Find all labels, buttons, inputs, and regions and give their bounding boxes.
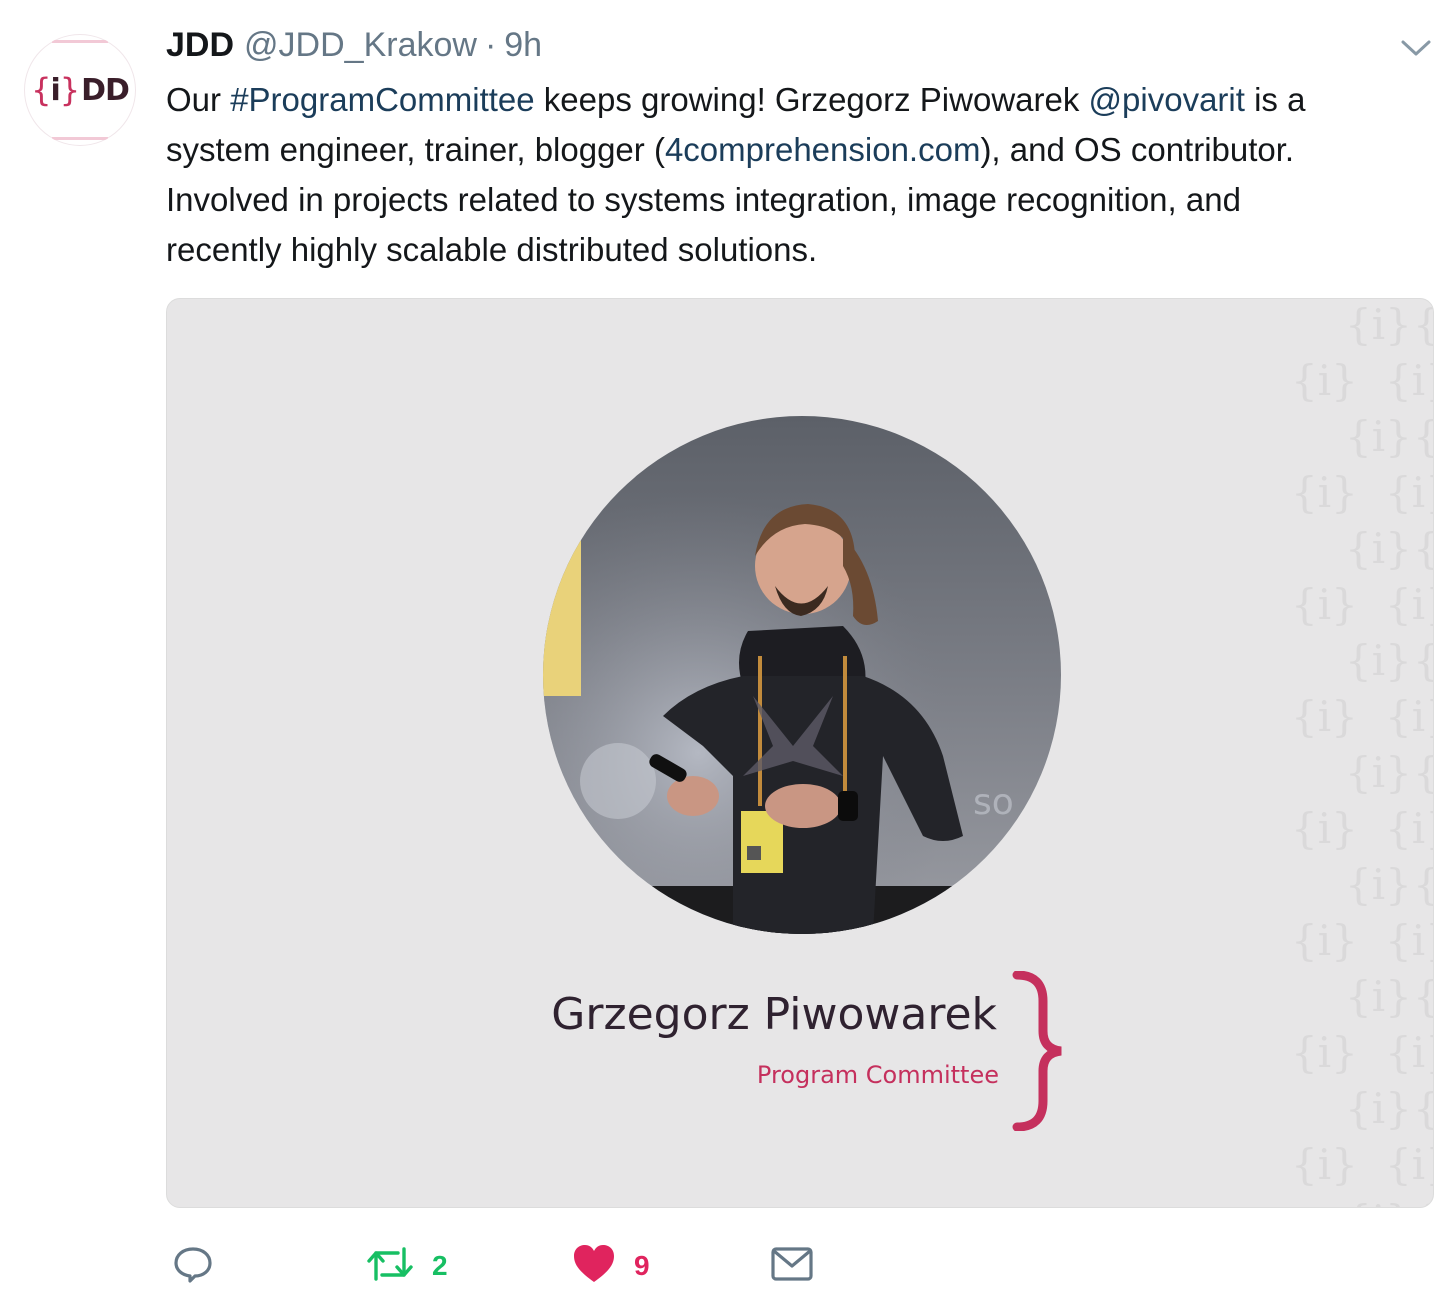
- watermark-brace-glyph: {i}: [1345, 860, 1412, 909]
- tweet-text-line: recently highly scalable distributed sol…: [166, 225, 1432, 275]
- svg-text:so: so: [973, 782, 1014, 823]
- watermark-brace-glyph: {i}: [1413, 636, 1433, 685]
- avatar-rule-top: [52, 40, 108, 43]
- watermark-brace-glyph: {i}: [1413, 1196, 1433, 1208]
- like-count: 9: [634, 1250, 650, 1281]
- watermark-brace-glyph: {i}: [1345, 972, 1412, 1021]
- tweet-text-segment: recently highly scalable distributed sol…: [166, 231, 818, 268]
- card-person-name: Grzegorz Piwowarek: [551, 989, 997, 1040]
- retweet-count: 2: [432, 1250, 448, 1281]
- tweet-link[interactable]: @pivovarit: [1089, 81, 1245, 118]
- author-handle[interactable]: @JDD_Krakow: [244, 26, 477, 65]
- header-separator: ·: [484, 26, 497, 64]
- like-button[interactable]: 9: [572, 1238, 650, 1294]
- watermark-brace-glyph: {i}: [1291, 692, 1358, 741]
- watermark-brace-glyph: {i}: [1385, 1028, 1433, 1077]
- tweet-text-segment: keeps growing! Grzegorz Piwowarek: [534, 81, 1089, 118]
- watermark-brace-glyph: {i}: [1291, 356, 1358, 405]
- reply-button[interactable]: [172, 1238, 232, 1294]
- tweet-text-line: Involved in projects related to systems …: [166, 175, 1432, 225]
- watermark-brace-glyph: {i}: [1345, 636, 1412, 685]
- watermark-brace-glyph: {i}: [1385, 804, 1433, 853]
- watermark-brace-glyph: {i}: [1413, 860, 1433, 909]
- watermark-brace-glyph: {i}: [1385, 356, 1433, 405]
- tweet-header: JDD @JDD_Krakow · 9h: [166, 26, 542, 70]
- tweet-text: Our #ProgramCommittee keeps growing! Grz…: [166, 75, 1432, 275]
- tweet-time[interactable]: 9h: [504, 26, 542, 65]
- watermark-brace-glyph: {i}: [1345, 748, 1412, 797]
- tweet-text-segment: Involved in projects related to systems …: [166, 181, 1241, 218]
- direct-message-button[interactable]: [770, 1238, 814, 1294]
- media-card[interactable]: {i}{i}{i}{i}{i}{i}{i}{i}{i}{i}{i}{i}{i}{…: [166, 298, 1434, 1208]
- watermark-brace-glyph: {i}: [1345, 300, 1412, 349]
- watermark-brace-glyph: {i}: [1413, 412, 1433, 461]
- heart-icon: [572, 1244, 616, 1289]
- logo-letters: DD: [81, 72, 130, 108]
- watermark-brace-glyph: {i}: [1291, 1028, 1358, 1077]
- tweet-text-segment: ), and OS contributor.: [980, 131, 1295, 168]
- logo-right-brace: }: [59, 71, 80, 109]
- watermark-brace-glyph: {i}: [1385, 692, 1433, 741]
- watermark-brace-glyph: {i}: [1291, 916, 1358, 965]
- avatar[interactable]: { i } DD: [24, 34, 136, 146]
- tweet: { i } DD JDD @JDD_Krakow · 9h Our #Progr…: [0, 0, 1456, 1300]
- watermark-brace-glyph: {i}: [1345, 1084, 1412, 1133]
- watermark-brace-glyph: {i}: [1413, 1084, 1433, 1133]
- author-name[interactable]: JDD: [166, 26, 234, 65]
- envelope-icon: [770, 1244, 814, 1289]
- retweet-button[interactable]: 2: [366, 1238, 448, 1294]
- watermark-brace-glyph: {i}: [1291, 580, 1358, 629]
- watermark-brace-glyph: {i}: [1291, 468, 1358, 517]
- reply-icon: [172, 1243, 214, 1290]
- watermark-brace-glyph: {i}: [1385, 468, 1433, 517]
- tweet-text-segment: is a: [1244, 81, 1306, 118]
- watermark-brace-glyph: {i}: [1345, 1196, 1412, 1208]
- watermark-brace-glyph: {i}: [1413, 300, 1433, 349]
- avatar-rule-bottom: [52, 137, 108, 140]
- jdd-logo: { i } DD: [31, 71, 130, 109]
- watermark-brace-glyph: {i}: [1345, 412, 1412, 461]
- chevron-down-icon[interactable]: [1400, 36, 1432, 60]
- watermark-brace-glyph: {i}: [1385, 580, 1433, 629]
- watermark-brace-glyph: {i}: [1385, 1140, 1433, 1189]
- watermark-brace-glyph: {i}: [1345, 524, 1412, 573]
- tweet-text-segment: system engineer, trainer, blogger (: [166, 131, 665, 168]
- tweet-link[interactable]: #ProgramCommittee: [230, 81, 534, 118]
- watermark-brace-glyph: {i}: [1385, 916, 1433, 965]
- tweet-text-segment: Our: [166, 81, 231, 118]
- speaker-photo: so: [543, 416, 1061, 934]
- watermark-brace-glyph: {i}: [1413, 524, 1433, 573]
- tweet-link[interactable]: 4comprehension.com: [665, 131, 981, 168]
- watermark-brace-glyph: {i}: [1291, 804, 1358, 853]
- watermark-brace-glyph: {i}: [1413, 972, 1433, 1021]
- watermark-brace-glyph: {i}: [1413, 748, 1433, 797]
- retweet-icon: [366, 1243, 414, 1290]
- tweet-text-line: system engineer, trainer, blogger (4comp…: [166, 125, 1432, 175]
- tweet-text-line: Our #ProgramCommittee keeps growing! Grz…: [166, 75, 1432, 125]
- brace-pattern: {i}{i}{i}{i}{i}{i}{i}{i}{i}{i}{i}{i}{i}{…: [1291, 300, 1433, 1208]
- tweet-actions: 2 9: [166, 1238, 866, 1294]
- watermark-brace-glyph: {i}: [1291, 1140, 1358, 1189]
- logo-left-brace: {: [31, 71, 51, 109]
- card-role: Program Committee: [756, 1061, 999, 1089]
- card-right-brace: [1012, 971, 1062, 1131]
- logo-mid: i: [50, 72, 60, 108]
